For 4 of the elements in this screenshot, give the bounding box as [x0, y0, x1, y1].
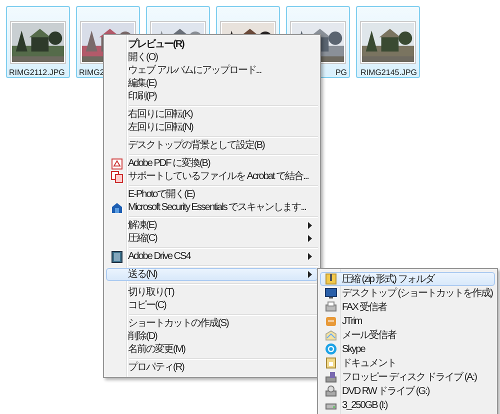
file-name: RIMG2 [79, 68, 104, 77]
file-name: RIMG2145.JPG [360, 68, 417, 77]
file-name: RIMG2112.JPG [9, 68, 65, 77]
file-name: PG [335, 68, 347, 77]
